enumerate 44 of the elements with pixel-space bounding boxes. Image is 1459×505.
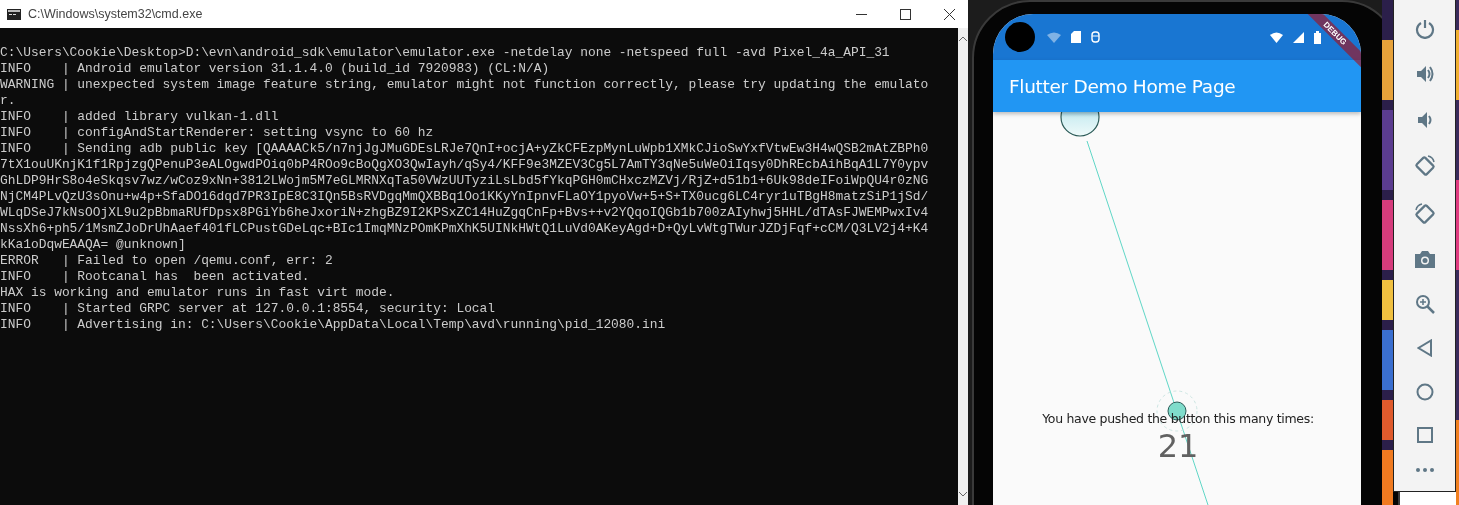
console-line: ERROR | Failed to open /qemu.conf, err: 2 xyxy=(0,253,333,269)
console-line: INFO | Sending adb public key [QAAAACk5/n7njJgJMuGDEsLRJe7QnI+ocjA+yZkCFEzpMynLuWpb1XMkCJioSwYxfVtwEw3H4wQSB2mAtZBPh0 xyxy=(0,141,929,157)
console-line: INFO | Advertising in: C:\Users\Cookie\AppData\Local\Temp\avd\running\pid_12080.ini xyxy=(0,317,666,333)
sd-card-icon xyxy=(1071,31,1081,43)
rotate-right-icon[interactable] xyxy=(1413,202,1436,225)
overview-icon[interactable] xyxy=(1416,426,1433,443)
console-line: INFO | Android emulator version 31.1.4.0 (build_id 7920983) (CL:N/A) xyxy=(0,61,550,77)
camera-hole xyxy=(1005,22,1035,52)
console-line: WARNING | unexpected system image feature string, emulator might not function correctly, please try updating the emulato xyxy=(0,77,929,93)
console-line: C:\Users\Cookie\Desktop>D:\evn\android_sdk\emulator\emulator.exe -netdelay none -netspeed full -avd Pixel_4a_API_31 xyxy=(0,45,890,61)
scrollbar[interactable] xyxy=(958,28,968,505)
console-line: 7tX1ouUKnjK1f1RpjzgQPenuP3eALOgwdPOiq0bP4ROo9cBoQgXO3QwIayh/qSy4/KFF9e3MZEV3Cg5L7AmTY3qNe5uWeOiIqsy0DhREcbAihBqA1L7Y0ypv xyxy=(0,157,929,173)
signal-icon xyxy=(1293,31,1304,43)
wifi-icon xyxy=(1047,31,1061,43)
home-icon[interactable] xyxy=(1415,383,1434,401)
maximize-icon[interactable] xyxy=(900,8,911,20)
app-title: Flutter Demo Home Page xyxy=(1009,75,1236,97)
minimize-icon[interactable] xyxy=(856,13,867,15)
console-line: GhLDP9HrS8o4eSkqsv7wz/wCoz9xNn+3812LWojm5M7eGLMRNXqTa50VWzUUTyziLsLbd5fYkqPGH0mCHxczMZVj/RjZ+d51b1+6Uk98deIFoiWpQU4r0zNG xyxy=(0,173,929,189)
more-icon[interactable] xyxy=(1415,468,1434,473)
console-line: HAX is working and emulator runs in fast virt mode. xyxy=(0,285,395,301)
console-line: INFO | configAndStartRenderer: setting vsync to 60 hz xyxy=(0,125,434,141)
rotate-left-icon[interactable] xyxy=(1413,155,1436,178)
wifi-icon xyxy=(1270,31,1283,43)
console-line: INFO | Rootcanal has been activated. xyxy=(0,269,310,285)
console-line: kKa1oDqwEAAQA= @unknown] xyxy=(0,237,186,253)
close-icon[interactable] xyxy=(944,8,955,20)
console-line: NssXh6+ph5/1MsmZJoDrUhAaef401fLCPustGDeLqc+BIc1ImqMNzPOmKPmXhK5UINkHWtQ1LuVd0AKeyAgd+D+QyLvWtgTWurJZDjFqf+cCM/Q3LV2j4+K4 xyxy=(0,221,929,237)
window-title: C:\Windows\system32\cmd.exe xyxy=(28,7,203,21)
camera-icon[interactable] xyxy=(1414,250,1435,269)
battery-icon xyxy=(1314,30,1321,44)
terminal-icon xyxy=(7,8,21,20)
scroll-up-icon[interactable] xyxy=(959,36,967,41)
console-line: NjCM4PLvQzU3sOnu+w4p+SfaDO16dqd7PR3IpE8C3IQn5BsRVDgqMmQXBBq1Oo1KKyYnIpnvFLaOY1pyoVw+5+S+TX0ucg6LC4ryr1uTBgH8matzSiP1jSd/ xyxy=(0,189,929,205)
counter-label: You have pushed the button this many times: xyxy=(1042,411,1314,426)
console-line: INFO | added library vulkan-1.dll xyxy=(0,109,279,125)
power-icon[interactable] xyxy=(1414,18,1435,39)
console-line: INFO | Started GRPC server at 127.0.0.1:8554, security: Local xyxy=(0,301,496,317)
console-line: r. xyxy=(0,93,16,109)
scroll-down-icon[interactable] xyxy=(959,492,967,497)
back-icon[interactable] xyxy=(1416,339,1433,358)
robot-icon xyxy=(1091,31,1100,43)
zoom-in-icon[interactable] xyxy=(1414,293,1435,314)
console-line: WLqDSeJ7kNsOOjXL9u2pBbmaRUfDpsx8PGiYb6heJxoriN+zhgBZ9I2KPSxZC14HuZgqCnFp+Bvs++v2YQqoIQGb1b700zAIyhwj5HHL/dTAsFJWEMPwxIv4 xyxy=(0,205,929,221)
